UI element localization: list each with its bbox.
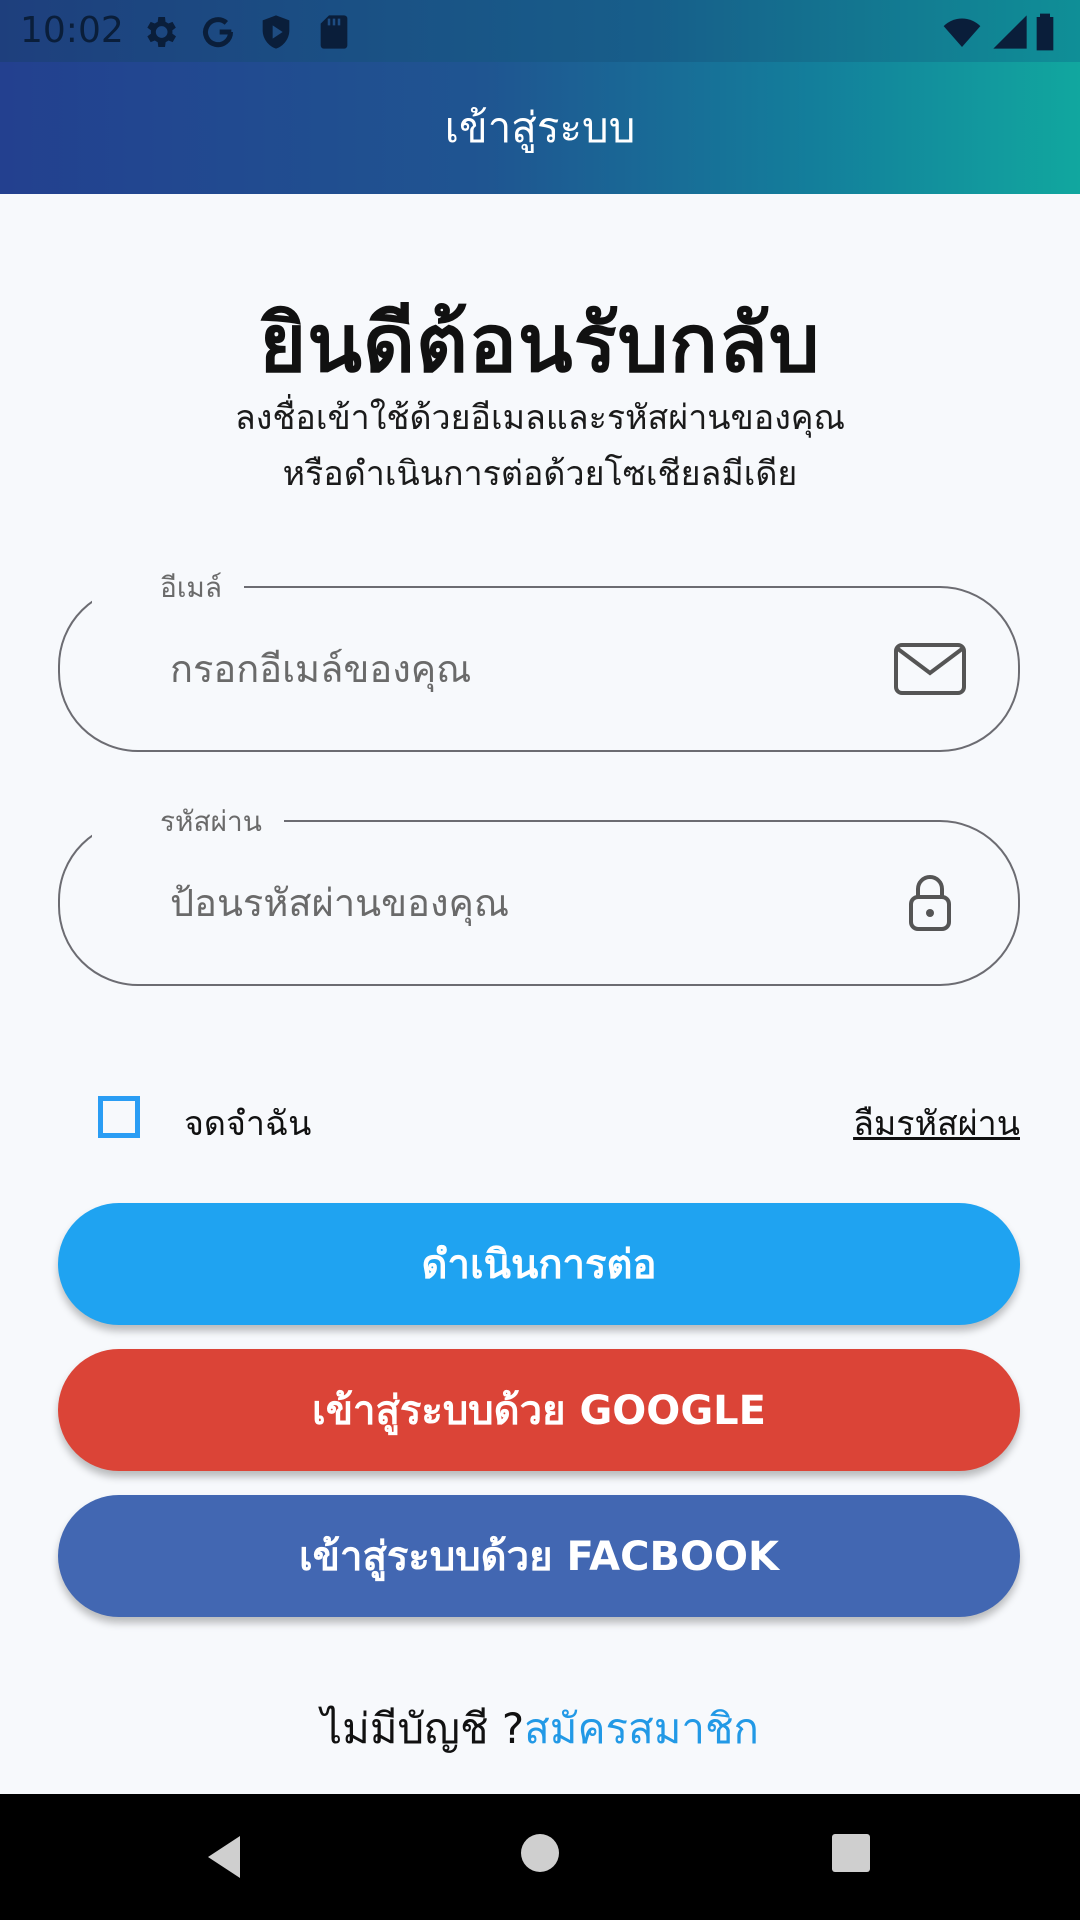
password-input[interactable] [168,880,852,926]
forgot-password-link[interactable]: ลืมรหัสผ่าน [853,1096,1020,1150]
home-icon[interactable] [519,1832,561,1874]
password-field-label: รหัสผ่าน [92,800,284,844]
navigation-bar [0,1794,1080,1920]
status-time: 10:02 [20,10,124,51]
password-field[interactable]: รหัสผ่าน [58,800,1020,986]
wifi-icon [943,18,981,47]
google-icon [203,17,234,48]
signup-question: ไม่มีบัญชี ? [321,1704,525,1753]
welcome-title: ยินดีต้อนรับกลับ [259,297,821,390]
app-bar: เข้าสู่ระบบ [0,62,1080,194]
status-bar: 10:02 [0,0,1080,62]
continue-button[interactable]: ดำเนินการต่อ [58,1203,1020,1325]
sd-card-icon [320,15,348,49]
gear-icon [147,17,176,47]
signup-row: ไม่มีบัญชี ?สมัครสมาชิก [0,1696,1080,1762]
email-field-label: อีเมล์ [92,566,245,610]
signal-icon [993,15,1027,49]
facebook-login-button[interactable]: เข้าสู่ระบบด้วย FACBOOK [58,1495,1020,1617]
welcome-subtitle-line1: ลงชื่อเข้าใช้ด้วยอีเมลและรหัสผ่านของคุณ [234,398,846,438]
email-field[interactable]: อีเมล์ [58,566,1020,752]
signup-link[interactable]: สมัครสมาชิก [524,1704,759,1753]
recents-icon[interactable] [830,1832,872,1874]
lock-icon [909,875,951,931]
welcome-subtitle-line2: หรือดำเนินการต่อด้วยโซเชียลมีเดีย [282,454,798,494]
battery-icon [1036,13,1054,51]
shield-icon [262,15,290,49]
remember-me-checkbox[interactable] [98,1096,140,1138]
app-bar-title: เข้าสู่ระบบ [444,103,636,152]
remember-me-label: จดจำฉัน [184,1104,312,1144]
email-input[interactable] [168,646,852,692]
back-icon[interactable] [200,1832,250,1882]
mail-icon [894,643,966,695]
google-login-button[interactable]: เข้าสู่ระบบด้วย GOOGLE [58,1349,1020,1471]
